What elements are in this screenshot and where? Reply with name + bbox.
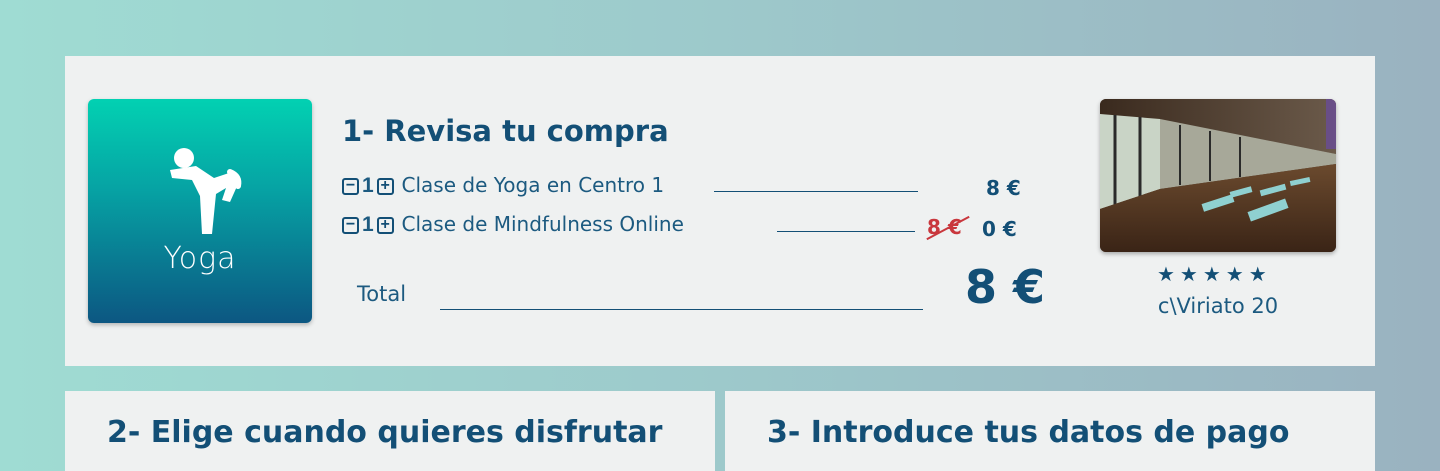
studio-photo-image: [1100, 99, 1336, 252]
step-2-panel: 2- Elige cuando quieres disfrutar: [65, 391, 715, 471]
rating-stars: ★★★★★: [1157, 264, 1272, 286]
step-3-title: 3- Introduce tus datos de pago: [767, 415, 1290, 450]
venue-address: c\Viriato 20: [1157, 294, 1279, 318]
leader-line: [714, 191, 918, 192]
purchase-review-card: Yoga 1- Revisa tu compra − 1 + Clase de …: [65, 56, 1375, 366]
step-2-title: 2- Elige cuando quieres disfrutar: [107, 415, 663, 450]
line-item: − 1 + Clase de Yoga en Centro 1: [342, 173, 664, 197]
total-label: Total: [357, 282, 407, 306]
total-leader-line: [440, 309, 923, 310]
original-price: 8 €: [926, 215, 970, 241]
studio-photo[interactable]: [1100, 99, 1336, 252]
step-1-title: 1- Revisa tu compra: [342, 114, 669, 148]
item-price: 8 €: [986, 176, 1021, 200]
leader-line: [777, 231, 915, 232]
category-label: Yoga: [163, 241, 237, 276]
category-tile[interactable]: Yoga: [88, 99, 312, 323]
decrement-button[interactable]: −: [342, 216, 359, 234]
quantity-value: 1: [362, 213, 374, 237]
yoga-pose-icon: [170, 148, 242, 234]
quantity-value: 1: [362, 174, 374, 198]
line-item: − 1 + Clase de Mindfulness Online: [342, 212, 684, 236]
step-3-panel: 3- Introduce tus datos de pago: [725, 391, 1375, 471]
item-name: Clase de Yoga en Centro 1: [401, 173, 665, 197]
item-name: Clase de Mindfulness Online: [401, 212, 684, 236]
total-value: 8 €: [965, 260, 1046, 314]
item-price: 0 €: [982, 217, 1017, 241]
decrement-button[interactable]: −: [342, 177, 359, 195]
increment-button[interactable]: +: [376, 177, 394, 195]
quantity-stepper: − 1 +: [342, 213, 394, 237]
increment-button[interactable]: +: [376, 216, 394, 234]
quantity-stepper: − 1 +: [342, 174, 394, 198]
